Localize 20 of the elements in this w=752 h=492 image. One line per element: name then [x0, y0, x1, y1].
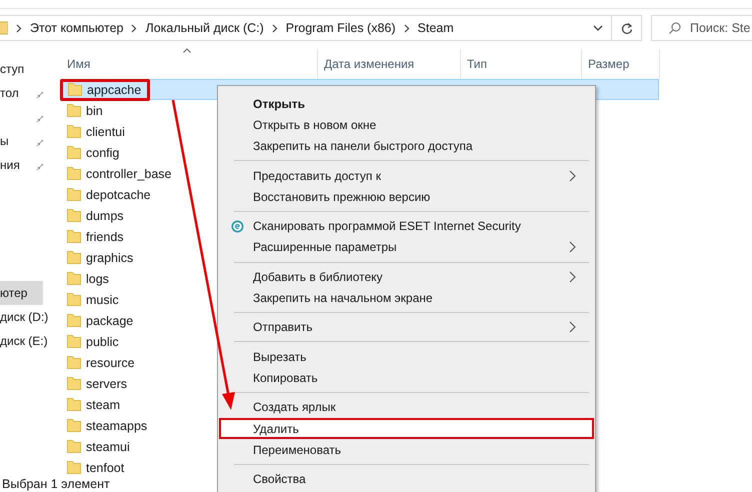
folder-name: public [86, 334, 119, 348]
folder-name: bin [86, 104, 103, 118]
folder-name: servers [86, 376, 127, 390]
folder-name: steamui [86, 440, 130, 454]
folder-name: dumps [86, 208, 124, 222]
folder-name: clientui [86, 124, 125, 138]
folder-name: controller_base [86, 166, 172, 180]
folder-name: package [86, 314, 134, 328]
folder-name: config [86, 146, 120, 160]
folder-name: depotcache [86, 188, 151, 202]
folder-name: friends [86, 230, 124, 244]
folder-name: graphics [86, 250, 134, 264]
folder-name: appcache [87, 82, 142, 96]
folder-name: resource [86, 356, 135, 370]
folder-name: steam [86, 398, 120, 412]
status-text: Выбран 1 элемент [2, 476, 110, 490]
folder-name: tenfoot [86, 460, 124, 474]
folder-name: music [86, 292, 119, 306]
folder-name: logs [86, 272, 109, 286]
folder-name: steamapps [86, 418, 148, 432]
